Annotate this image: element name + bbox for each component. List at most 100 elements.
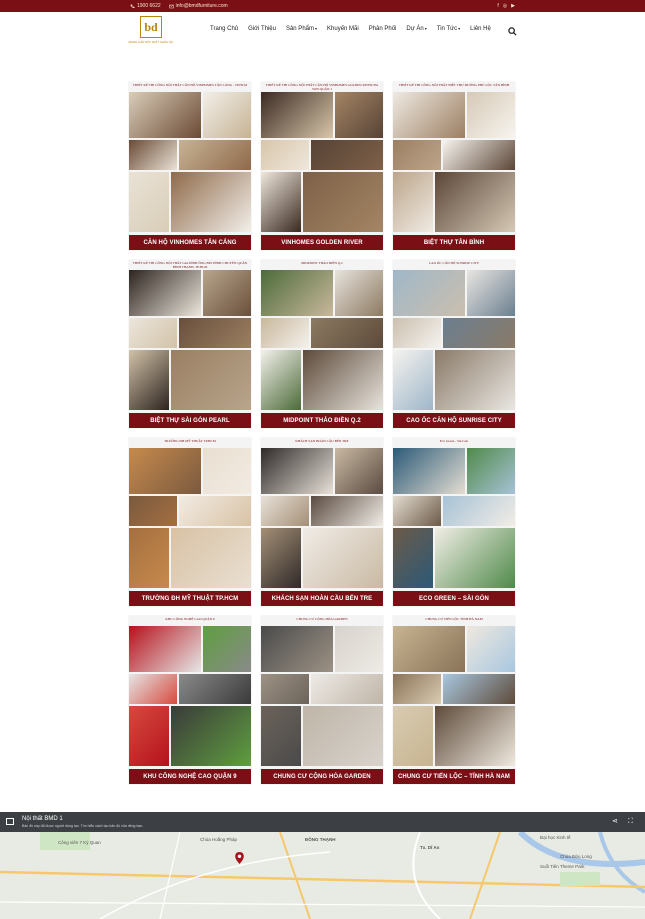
collage-photo	[467, 448, 515, 494]
project-overline: THIẾT KẾ THI CÔNG NỘI THẤT CĂN HỘ VINHOM…	[265, 83, 379, 92]
project-caption[interactable]: VINHOMES GOLDEN RIVER	[261, 235, 383, 250]
email-address: info@bmdfurniture.com	[175, 3, 228, 9]
location-pin-icon[interactable]	[235, 852, 244, 864]
collage-photo	[311, 674, 383, 704]
project-image[interactable]: Eco Green - Sài Gòn	[393, 438, 515, 591]
project-card[interactable]: CHUNG CƯ CỘNG HÒA GARDEN CHUNG CƯ CỘNG HÒ…	[261, 616, 383, 784]
nav-item[interactable]: Liên Hệ	[465, 26, 496, 32]
collage-photo	[129, 674, 177, 704]
top-bar: 1900 6622 info@bmdfurniture.com f ◎ ▶	[0, 0, 645, 12]
logo-tagline: ĐẲNG CẤP NỘI THẤT CHÂU ÂU	[128, 40, 174, 44]
project-caption[interactable]: CHUNG CƯ CỘNG HÒA GARDEN	[261, 769, 383, 784]
main-nav: Trang Chủ Giới Thiệu Sản Phẩm▾ Khuyến Mãi Ph…	[205, 26, 496, 32]
project-image[interactable]: CAO ỐC CĂN HỘ SUNRISE CITY	[393, 260, 515, 413]
project-caption[interactable]: ECO GREEN – SÀI GÒN	[393, 591, 515, 606]
project-card[interactable]: TRƯỜNG ĐH MỸ THUẬT TP.HCM TRƯỜNG ĐH MỸ TH…	[129, 438, 251, 606]
nav-item[interactable]: Tin Tức▾	[432, 26, 465, 32]
project-card[interactable]: THIẾT KẾ THI CÔNG NỘI THẤT GIA ĐÌNH ÔNG …	[129, 260, 251, 428]
youtube-icon[interactable]: ▶	[511, 3, 515, 9]
collage-photo	[393, 318, 441, 348]
logo-mark: bd	[140, 16, 162, 38]
project-card[interactable]: KHU CÔNG NGHỆ CAO QUẬN 9 KHU CÔNG NGHỆ CA…	[129, 616, 251, 784]
project-card[interactable]: CHUNG CƯ TIẾN LỘC TỈNH HÀ NAM CHUNG CƯ TI…	[393, 616, 515, 784]
embedded-map[interactable]: Công viên 7 Kỳ Quan Chùa Hoằng Pháp ĐÔNG…	[0, 832, 645, 919]
project-caption[interactable]: CĂN HỘ VINHOMES TÂN CẢNG	[129, 235, 251, 250]
project-caption[interactable]: BIỆT THỰ SÀI GÒN PEARL	[129, 413, 251, 428]
map-label: ĐÔNG THẠNH	[305, 837, 336, 842]
collage-photo	[335, 448, 383, 494]
project-caption[interactable]: MIDPOINT THẢO ĐIỀN Q.2	[261, 413, 383, 428]
project-image[interactable]: THIẾT KẾ THI CÔNG NỘI THẤT CĂN HỘ VINHOM…	[261, 82, 383, 235]
collage-photo	[129, 92, 201, 138]
email-contact[interactable]: info@bmdfurniture.com	[168, 3, 228, 9]
project-overline: KHÁCH SẠN HOÀN CẦU BẾN TRE	[295, 439, 349, 443]
facebook-icon[interactable]: f	[497, 3, 498, 9]
collage-photo	[179, 140, 251, 170]
collage-photo	[435, 172, 515, 232]
project-image[interactable]: TRƯỜNG ĐH MỸ THUẬT TP.HCM	[129, 438, 251, 591]
chevron-down-icon: ▾	[315, 26, 318, 31]
collage-photo	[171, 528, 251, 588]
collage-photo	[393, 528, 433, 588]
collage-photo	[261, 674, 309, 704]
nav-item[interactable]: Sản Phẩm▾	[281, 26, 322, 32]
collage-photo	[311, 318, 383, 348]
project-caption[interactable]: CAO ỐC CĂN HỘ SUNRISE CITY	[393, 413, 515, 428]
project-caption[interactable]: KHU CÔNG NGHỆ CAO QUẬN 9	[129, 769, 251, 784]
share-icon[interactable]: ⋖	[612, 818, 619, 825]
nav-item-label: Tin Tức	[436, 26, 458, 32]
project-card[interactable]: MIDPOINT THẢO ĐIỀN Q.2 MIDPOINT THẢO ĐIỀN…	[261, 260, 383, 428]
nav-item[interactable]: Dự Án▾	[401, 26, 431, 32]
logo[interactable]: bd ĐẲNG CẤP NỘI THẤT CHÂU ÂU	[129, 16, 173, 50]
collage-photo	[393, 140, 441, 170]
search-icon[interactable]	[508, 27, 517, 36]
mail-icon	[168, 4, 174, 8]
nav-item-label: Giới Thiệu	[248, 26, 276, 32]
collage-photo	[467, 270, 515, 316]
project-card[interactable]: THIẾT KẾ THI CÔNG NỘI THẤT CĂN HỘ VINHOM…	[129, 82, 251, 250]
collage-photo	[129, 350, 169, 410]
collage-photo	[261, 140, 309, 170]
project-image[interactable]: THIẾT KẾ THI CÔNG NỘI THẤT BIỆT THỰ ĐƯỜN…	[393, 82, 515, 235]
project-caption[interactable]: BIỆT THỰ TÂN BÌNH	[393, 235, 515, 250]
collage-photo	[467, 92, 515, 138]
instagram-icon[interactable]: ◎	[503, 3, 507, 9]
collage-photo	[203, 626, 251, 672]
project-image[interactable]: THIẾT KẾ THI CÔNG NỘI THẤT GIA ĐÌNH ÔNG …	[129, 260, 251, 413]
collage-photo	[335, 626, 383, 672]
collage-photo	[435, 706, 515, 766]
project-caption[interactable]: TRƯỜNG ĐH MỸ THUẬT TP.HCM	[129, 591, 251, 606]
map-sidebar-icon[interactable]	[6, 818, 14, 825]
project-overline: TRƯỜNG ĐH MỸ THUẬT TP.HCM	[164, 439, 216, 443]
collage-photo	[393, 172, 433, 232]
collage-photo	[311, 496, 383, 526]
nav-item-label: Dự Án	[406, 26, 424, 32]
project-card[interactable]: THIẾT KẾ THI CÔNG NỘI THẤT CĂN HỘ VINHOM…	[261, 82, 383, 250]
collage-photo	[435, 350, 515, 410]
project-image[interactable]: CHUNG CƯ TIẾN LỘC TỈNH HÀ NAM	[393, 616, 515, 769]
project-caption[interactable]: CHUNG CƯ TIẾN LỘC – TỈNH HÀ NAM	[393, 769, 515, 784]
project-image[interactable]: CHUNG CƯ CỘNG HÒA GARDEN	[261, 616, 383, 769]
collage-photo	[203, 270, 251, 316]
nav-item[interactable]: Khuyến Mãi	[322, 26, 364, 32]
project-card[interactable]: CAO ỐC CĂN HỘ SUNRISE CITY CAO ỐC CĂN HỘ …	[393, 260, 515, 428]
phone-contact[interactable]: 1900 6622	[130, 3, 161, 9]
collage-photo	[129, 496, 177, 526]
collage-photo	[261, 448, 333, 494]
nav-item[interactable]: Giới Thiệu	[243, 26, 281, 32]
collage-photo	[467, 626, 515, 672]
collage-photo	[303, 706, 383, 766]
project-overline: KHU CÔNG NGHỆ CAO QUẬN 9	[165, 617, 215, 621]
project-image[interactable]: KHÁCH SẠN HOÀN CẦU BẾN TRE	[261, 438, 383, 591]
project-card[interactable]: KHÁCH SẠN HOÀN CẦU BẾN TRE KHÁCH SẠN HOÀN…	[261, 438, 383, 606]
collage-photo	[261, 350, 301, 410]
project-card[interactable]: Eco Green - Sài Gòn ECO GREEN – SÀI GÒN	[393, 438, 515, 606]
project-card[interactable]: THIẾT KẾ THI CÔNG NỘI THẤT BIỆT THỰ ĐƯỜN…	[393, 82, 515, 250]
project-image[interactable]: MIDPOINT THẢO ĐIỀN Q.2	[261, 260, 383, 413]
nav-item[interactable]: Trang Chủ	[205, 26, 243, 32]
project-image[interactable]: THIẾT KẾ THI CÔNG NỘI THẤT CĂN HỘ VINHOM…	[129, 82, 251, 235]
nav-item[interactable]: Phân Phối	[364, 26, 402, 32]
project-image[interactable]: KHU CÔNG NGHỆ CAO QUẬN 9	[129, 616, 251, 769]
project-caption[interactable]: KHÁCH SẠN HOÀN CẦU BẾN TRE	[261, 591, 383, 606]
fullscreen-icon[interactable]: ⛶	[628, 818, 635, 825]
